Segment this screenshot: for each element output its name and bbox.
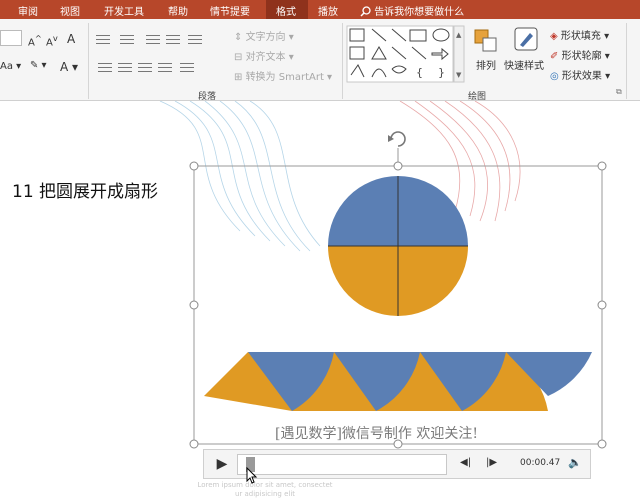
shrink-font-icon[interactable]: Av [46, 33, 58, 48]
oval-shape-icon[interactable] [432, 28, 450, 42]
mouse-cursor-icon [246, 467, 258, 484]
slide-canvas: 11 把圆展开成扇形 [遇见数学]微信号制作 欢迎关注! Lorem ipsum… [0, 101, 640, 501]
resize-handle-n[interactable] [393, 161, 403, 171]
playback-time: 00:00.47 [520, 458, 561, 468]
ribbon: A^ Av A Aa ▾ ✎ ▾ A ▾ ⇕ 文字方向 ▾ ⊟ 对齐文本 ▾ ⊞… [0, 19, 640, 102]
brace-right-shape-icon[interactable]: } [438, 66, 445, 79]
brace-shape-icon[interactable]: { [416, 66, 423, 79]
align-text-label: 对齐文本 [245, 52, 286, 63]
shape-outline-button[interactable]: ✐ 形状轮廓 ▾ [550, 47, 610, 62]
tab-playback[interactable]: 播放 [318, 3, 338, 18]
font-case-icon[interactable]: Aa ▾ [0, 61, 21, 72]
arrange-icon [474, 29, 497, 52]
skip-back-icon[interactable]: ◀| [460, 457, 471, 468]
convert-smartart-button[interactable]: ⊞ 转换为 SmartArt ▾ [234, 68, 332, 83]
play-icon[interactable]: ▶ [210, 454, 234, 474]
arrange-label: 排列 [476, 61, 496, 72]
resize-handle-ne[interactable] [597, 161, 607, 171]
ribbon-tab-bar: 审阅 视图 开发工具 帮助 情节提要 格式 播放 告诉我你想要做什么 [0, 0, 640, 19]
columns-icon[interactable] [180, 63, 194, 72]
paint-bucket-icon: ◈ [550, 31, 558, 42]
circle-figure [328, 176, 468, 316]
highlight-icon[interactable]: ✎ ▾ [30, 60, 47, 71]
text-direction-label: 文字方向 [245, 32, 286, 43]
resize-handle-se[interactable] [597, 439, 607, 449]
tab-view[interactable]: 视图 [60, 3, 80, 18]
shape-fill-label: 形状填充 [560, 31, 601, 42]
decrease-indent-icon[interactable] [146, 35, 160, 44]
tab-format-active[interactable]: 格式 [266, 0, 308, 19]
rectangle-shape-icon[interactable] [409, 29, 427, 42]
increase-indent-icon[interactable] [166, 35, 180, 44]
line-spacing-icon[interactable] [188, 35, 202, 44]
resize-handle-sw[interactable] [189, 439, 199, 449]
justify-icon[interactable] [158, 63, 172, 72]
quick-styles-label: 快速样式 [504, 61, 544, 72]
effects-icon: ◎ [550, 71, 559, 82]
tab-storyboard[interactable]: 情节提要 [210, 3, 250, 18]
media-player-bar: ▶ ◀| |▶ 00:00.47 🔈 [203, 449, 591, 479]
shape-effects-label: 形状效果 [561, 71, 602, 82]
align-right-icon[interactable] [138, 63, 152, 72]
resize-handle-w[interactable] [189, 300, 199, 310]
resize-handle-e[interactable] [597, 300, 607, 310]
rotate-handle-icon[interactable] [388, 131, 406, 147]
gallery-up-icon[interactable]: ▲ [456, 31, 462, 39]
quick-styles-button[interactable]: 快速样式 [504, 27, 546, 79]
separator [626, 23, 627, 99]
tell-me-label: 告诉我你想要做什么 [374, 7, 465, 18]
separator [88, 23, 89, 99]
grow-font-icon[interactable]: A^ [28, 33, 42, 48]
placeholder-ghost-text: Lorem ipsum dolor sit amet, consectet ur… [165, 481, 365, 499]
bullets-icon[interactable] [96, 35, 110, 44]
quick-styles-icon [514, 27, 538, 51]
tab-review[interactable]: 审阅 [18, 3, 38, 18]
search-icon [360, 6, 371, 17]
seek-bar[interactable] [237, 454, 447, 475]
ghost-line-2: ur adipisicing elit [234, 490, 296, 498]
skip-forward-icon[interactable]: |▶ [486, 457, 497, 468]
sector-strip [204, 352, 592, 411]
drawing-launcher-icon[interactable]: ⧉ [616, 87, 622, 97]
align-left-icon[interactable] [98, 63, 112, 72]
shapes-gallery[interactable]: { } ▲ ▼ [346, 25, 466, 83]
tell-me-search[interactable]: 告诉我你想要做什么 [360, 3, 464, 18]
ghost-line-1: Lorem ipsum dolor sit amet, consectet [197, 481, 333, 489]
rounded-rect-shape-icon[interactable] [349, 46, 365, 60]
separator [342, 23, 343, 99]
align-text-button[interactable]: ⊟ 对齐文本 ▾ [234, 48, 294, 63]
tab-format-label: 格式 [276, 7, 296, 18]
numbering-icon[interactable] [120, 35, 134, 44]
shape-fill-button[interactable]: ◈ 形状填充 ▾ [550, 27, 609, 42]
text-box-shape-icon[interactable] [349, 28, 365, 42]
align-center-icon[interactable] [118, 63, 132, 72]
tab-developer[interactable]: 开发工具 [104, 3, 144, 18]
pen-icon: ✐ [550, 51, 559, 62]
shape-outline-label: 形状轮廓 [561, 51, 602, 62]
text-direction-button[interactable]: ⇕ 文字方向 ▾ [234, 28, 294, 43]
font-size-box[interactable] [0, 30, 22, 46]
convert-smartart-label: 转换为 SmartArt [245, 72, 324, 83]
video-caption: [遇见数学]微信号制作 欢迎关注! [275, 426, 478, 442]
font-color-icon[interactable]: A ▾ [60, 60, 78, 74]
tab-help[interactable]: 帮助 [168, 3, 188, 18]
clear-format-icon[interactable]: A [67, 32, 75, 46]
arrange-button[interactable]: 排列 [472, 27, 500, 79]
resize-handle-nw[interactable] [189, 161, 199, 171]
volume-icon[interactable]: 🔈 [568, 456, 582, 469]
shape-effects-button[interactable]: ◎ 形状效果 ▾ [550, 67, 610, 82]
gallery-more-icon[interactable]: ▼ [456, 71, 462, 79]
